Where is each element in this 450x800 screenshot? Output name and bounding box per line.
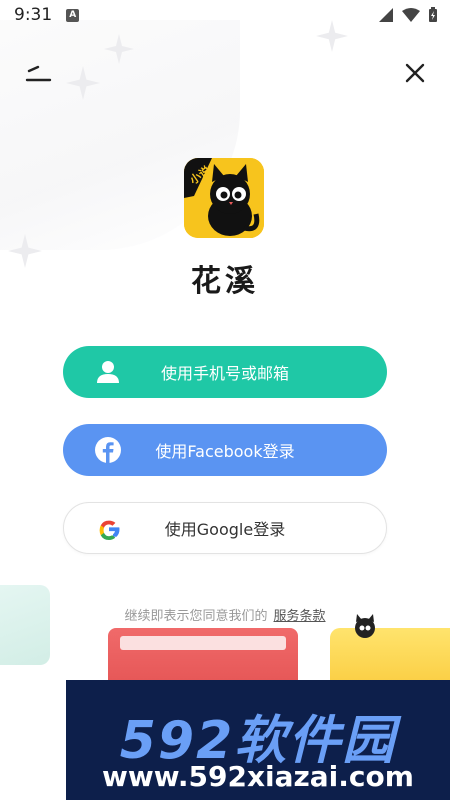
signal-icon	[379, 8, 393, 22]
decorative-book-left	[0, 585, 50, 665]
small-cat-icon	[355, 614, 375, 638]
book-pages	[120, 636, 286, 650]
battery-icon	[429, 7, 437, 22]
status-icons	[378, 7, 438, 23]
facebook-login-label: 使用Facebook登录	[155, 442, 295, 461]
google-login-label: 使用Google登录	[164, 520, 286, 539]
terms-of-service-link[interactable]: 服务条款	[274, 609, 326, 624]
facebook-login-button[interactable]: 使用Facebook登录	[63, 424, 387, 476]
close-icon[interactable]	[402, 60, 428, 86]
app-name: 花溪	[191, 264, 259, 299]
watermark-url: www.592xiazai.com	[102, 760, 414, 793]
terms-text: 继续即表示您同意我们的	[124, 609, 268, 624]
phone-email-login-button[interactable]: 使用手机号或邮箱	[63, 346, 387, 398]
google-login-button[interactable]: 使用Google登录	[63, 502, 387, 554]
back-arrow-icon[interactable]	[24, 60, 54, 86]
wifi-icon	[402, 8, 420, 22]
phone-email-login-label: 使用手机号或邮箱	[160, 364, 289, 383]
notification-a-icon: A	[66, 8, 80, 22]
status-bar: 9:31 A	[0, 0, 450, 30]
status-time: 9:31	[14, 5, 53, 25]
terms-notice: 继续即表示您同意我们的 服务条款	[0, 605, 450, 624]
top-nav	[0, 56, 450, 90]
watermark-banner: 592软件园 www.592xiazai.com	[66, 680, 450, 800]
app-logo: 小说	[184, 158, 264, 238]
